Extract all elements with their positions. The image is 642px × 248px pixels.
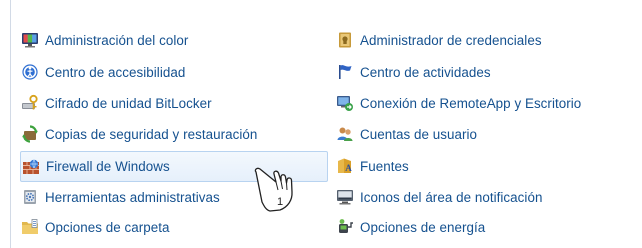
- item-label: Firewall de Windows: [46, 159, 170, 174]
- callout-number: 1: [277, 196, 283, 208]
- hand-pointer-icon: 1: [254, 167, 293, 212]
- item-label: Conexión de RemoteApp y Escritorio: [360, 95, 582, 111]
- item-backup-restore[interactable]: Copias de seguridad y restauración: [21, 123, 257, 145]
- item-remoteapp[interactable]: Conexión de RemoteApp y Escritorio: [336, 92, 581, 114]
- item-label: Iconos del área de notificación: [360, 189, 543, 205]
- item-action-center[interactable]: Centro de actividades: [336, 61, 491, 83]
- fonts-icon: A: [336, 157, 354, 175]
- backup-restore-icon: [21, 125, 39, 143]
- item-admin-tools[interactable]: Herramientas administrativas: [21, 186, 220, 208]
- firewall-icon: [22, 158, 40, 176]
- item-label: Cuentas de usuario: [360, 126, 478, 142]
- item-label: Opciones de energía: [360, 219, 486, 235]
- accessibility-icon: [21, 63, 39, 81]
- bitlocker-icon: [21, 94, 39, 112]
- item-label: Administración del color: [45, 32, 189, 48]
- action-center-flag-icon: [336, 63, 354, 81]
- item-label: Copias de seguridad y restauración: [45, 126, 258, 142]
- item-folder-options[interactable]: Opciones de carpeta: [21, 216, 170, 238]
- item-credential-manager[interactable]: Administrador de credenciales: [336, 29, 542, 51]
- item-label: Cifrado de unidad BitLocker: [45, 95, 212, 111]
- item-label: Centro de actividades: [360, 64, 491, 80]
- item-label: Opciones de carpeta: [45, 219, 170, 235]
- remoteapp-icon: [336, 94, 354, 112]
- folder-options-icon: [21, 218, 39, 236]
- user-accounts-icon: [336, 125, 354, 143]
- item-accessibility-center[interactable]: Centro de accesibilidad: [21, 61, 185, 83]
- credential-manager-icon: [336, 31, 354, 49]
- hand-pointer-callout: 1: [250, 164, 314, 228]
- item-notification-area-icons[interactable]: Iconos del área de notificación: [336, 186, 542, 208]
- item-bitlocker[interactable]: Cifrado de unidad BitLocker: [21, 92, 212, 114]
- power-options-icon: [336, 218, 354, 236]
- item-label: Centro de accesibilidad: [45, 64, 186, 80]
- control-panel-items: Administración del color Administrador d…: [0, 0, 642, 248]
- item-label: Administrador de credenciales: [360, 32, 542, 48]
- svg-text:A: A: [345, 163, 352, 173]
- notification-area-icon: [336, 188, 354, 206]
- item-power-options[interactable]: Opciones de energía: [336, 216, 485, 238]
- admin-tools-icon: [21, 188, 39, 206]
- item-fonts[interactable]: A Fuentes: [336, 155, 409, 177]
- item-color-management[interactable]: Administración del color: [21, 29, 188, 51]
- item-label: Herramientas administrativas: [45, 189, 220, 205]
- color-management-icon: [21, 31, 39, 49]
- item-label: Fuentes: [360, 158, 409, 174]
- item-user-accounts[interactable]: Cuentas de usuario: [336, 123, 477, 145]
